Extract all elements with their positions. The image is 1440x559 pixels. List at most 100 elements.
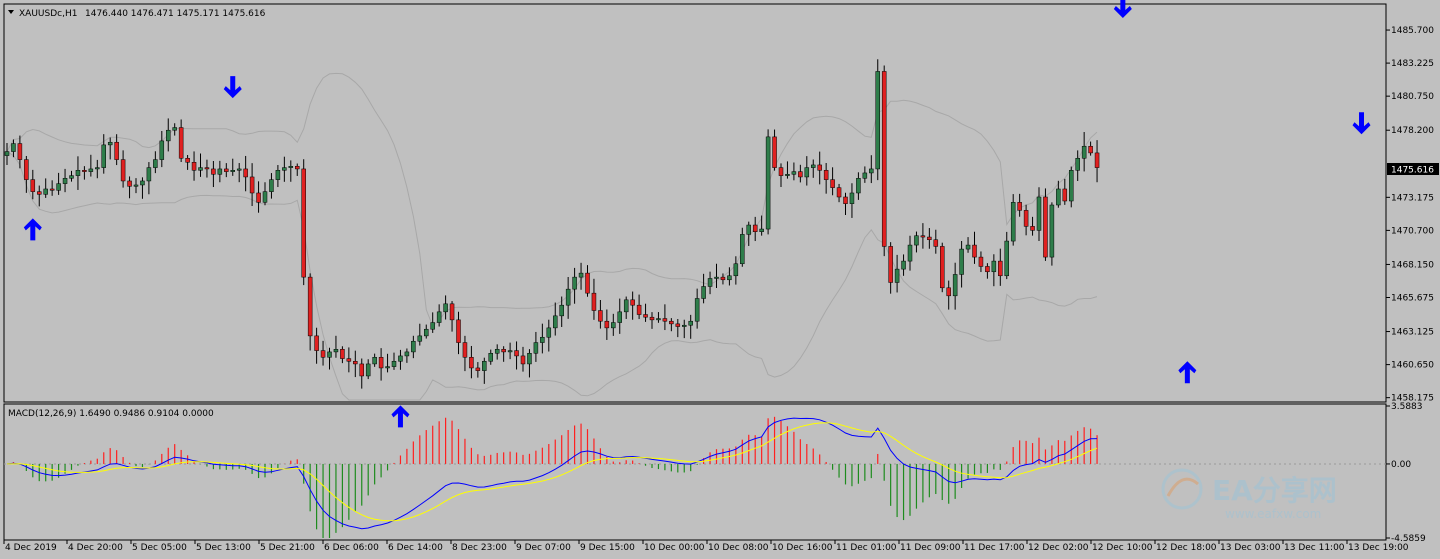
bull-candle bbox=[540, 336, 545, 343]
bull-candle bbox=[733, 263, 739, 277]
bull-candle bbox=[765, 136, 771, 230]
bear-candle bbox=[636, 304, 642, 315]
bull-candle bbox=[107, 141, 113, 146]
bear-candle bbox=[178, 127, 184, 159]
bear-candle bbox=[120, 159, 126, 182]
trading-chart[interactable]: XAUUSDc,H1 1476.440 1476.471 1475.171 14… bbox=[0, 0, 1440, 559]
bull-candle bbox=[236, 168, 242, 171]
bear-candle bbox=[243, 168, 248, 178]
bull-candle bbox=[714, 276, 719, 279]
bear-candle bbox=[1062, 188, 1068, 202]
bear-candle bbox=[752, 224, 758, 232]
bull-candle bbox=[914, 235, 919, 246]
bull-candle bbox=[623, 299, 629, 313]
bull-candle bbox=[759, 228, 764, 232]
time-tick-label: 9 Dec 07:00 bbox=[516, 543, 571, 553]
time-tick-label: 11 Dec 01:00 bbox=[836, 543, 897, 553]
bull-candle bbox=[572, 276, 577, 290]
watermark-url: www.eafxw.com bbox=[1225, 507, 1321, 521]
price-tick-label: 1473.175 bbox=[1391, 193, 1434, 203]
price-tick-label: 1483.225 bbox=[1391, 59, 1434, 69]
bull-candle bbox=[411, 340, 416, 353]
chart-header: XAUUSDc,H1 1476.440 1476.471 1475.171 14… bbox=[8, 9, 266, 19]
bull-candle bbox=[1081, 145, 1087, 159]
bear-candle bbox=[30, 179, 36, 192]
bull-candle bbox=[43, 188, 48, 195]
bull-candle bbox=[849, 192, 855, 204]
bull-candle bbox=[688, 320, 693, 326]
bull-candle bbox=[1056, 188, 1061, 206]
bear-candle bbox=[314, 335, 319, 351]
bear-candle bbox=[778, 167, 784, 176]
time-tick-label: 10 Dec 08:00 bbox=[708, 543, 769, 553]
bull-candle bbox=[952, 274, 958, 297]
bear-candle bbox=[643, 314, 648, 318]
bear-candle bbox=[449, 303, 455, 321]
bull-candle bbox=[4, 151, 10, 156]
time-tick-label: 13 Dec 19:00 bbox=[1348, 543, 1409, 553]
bull-candle bbox=[436, 311, 442, 323]
bull-candle bbox=[133, 184, 139, 187]
bull-candle bbox=[1004, 240, 1009, 277]
bull-candle bbox=[424, 328, 429, 337]
bull-candle bbox=[856, 178, 861, 194]
bull-candle bbox=[869, 168, 874, 174]
bull-candle bbox=[546, 327, 552, 338]
bull-candle bbox=[140, 180, 145, 186]
bull-candle bbox=[611, 322, 616, 329]
bull-candle bbox=[404, 351, 410, 357]
bear-candle bbox=[307, 276, 313, 337]
time-tick-label: 12 Dec 02:00 bbox=[1028, 543, 1089, 553]
bear-candle bbox=[888, 246, 893, 283]
bull-candle bbox=[875, 71, 880, 170]
bull-candle bbox=[1010, 202, 1016, 242]
bull-candle bbox=[488, 353, 493, 362]
bull-candle bbox=[288, 166, 294, 168]
bull-candle bbox=[1036, 196, 1042, 231]
bear-candle bbox=[353, 361, 358, 365]
macd-label: MACD(12,26,9) 1.6490 0.9486 0.9104 0.000… bbox=[8, 409, 214, 419]
bear-candle bbox=[927, 236, 932, 240]
bull-candle bbox=[656, 318, 661, 321]
bear-candle bbox=[946, 287, 951, 297]
bull-candle bbox=[578, 272, 584, 278]
bear-candle bbox=[591, 292, 597, 311]
bear-candle bbox=[940, 246, 945, 289]
bull-candle bbox=[430, 322, 435, 330]
bear-candle bbox=[49, 188, 55, 191]
bear-candle bbox=[817, 164, 822, 171]
bull-candle bbox=[694, 298, 700, 322]
bear-candle bbox=[514, 350, 519, 357]
bear-candle bbox=[933, 239, 939, 247]
time-tick-label: 8 Dec 23:00 bbox=[452, 543, 507, 553]
bull-candle bbox=[785, 174, 790, 176]
bull-candle bbox=[727, 275, 732, 281]
bear-candle bbox=[1043, 196, 1048, 258]
bear-candle bbox=[920, 235, 926, 238]
bear-candle bbox=[295, 166, 300, 170]
bull-candle bbox=[907, 244, 913, 262]
bear-candle bbox=[359, 363, 364, 377]
bull-candle bbox=[56, 183, 61, 191]
time-tick-label: 10 Dec 16:00 bbox=[772, 543, 833, 553]
current-price-tag: 1475.616 bbox=[1387, 163, 1439, 176]
bear-candle bbox=[881, 71, 887, 247]
bear-candle bbox=[191, 162, 197, 171]
bear-candle bbox=[798, 171, 803, 178]
bear-candle bbox=[114, 141, 119, 160]
bear-candle bbox=[346, 358, 352, 362]
macd-tick-label: 0.00 bbox=[1391, 460, 1411, 470]
bear-candle bbox=[978, 256, 984, 267]
time-tick-label: 10 Dec 00:00 bbox=[644, 543, 705, 553]
bear-candle bbox=[720, 276, 726, 281]
bear-candle bbox=[675, 323, 681, 327]
time-tick-label: 11 Dec 17:00 bbox=[964, 543, 1025, 553]
bull-candle bbox=[707, 278, 713, 287]
bull-candle bbox=[1049, 204, 1055, 258]
bull-candle bbox=[198, 167, 203, 171]
bull-candle bbox=[894, 268, 900, 283]
time-tick-label: 5 Dec 21:00 bbox=[260, 543, 315, 553]
symbol-label: XAUUSDc,H1 bbox=[19, 9, 77, 19]
bull-candle bbox=[740, 234, 745, 265]
bull-candle bbox=[533, 342, 539, 354]
